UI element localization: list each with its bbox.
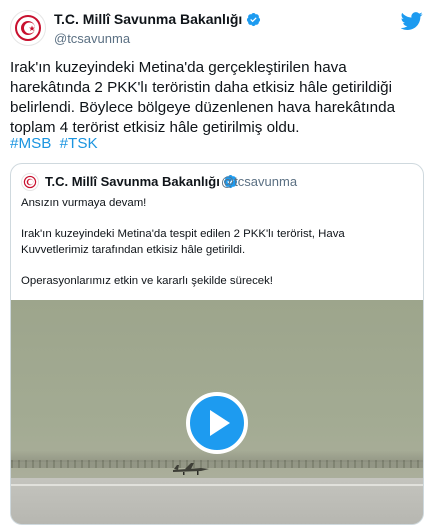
hashtags: #MSB #TSK — [10, 135, 102, 152]
quoted-paragraph: Irak'ın kuzeyindeki Metina'da tespit edi… — [21, 228, 345, 256]
msb-emblem-icon — [15, 15, 41, 41]
play-icon — [209, 410, 230, 436]
quoted-paragraph: Ansızın vurmaya devam! — [21, 197, 147, 209]
author-handle[interactable]: @tcsavunma — [54, 31, 130, 46]
msb-emblem-icon — [23, 175, 37, 189]
tweet-card: T.C. Millî Savunma Bakanlığı @tcsavunma … — [0, 0, 435, 528]
play-button[interactable] — [186, 392, 248, 454]
video-treeline — [11, 460, 423, 468]
author-avatar[interactable] — [10, 10, 46, 46]
quoted-tweet[interactable]: T.C. Millî Savunma Bakanlığı @tcsavunma … — [10, 163, 424, 525]
twitter-bird-icon[interactable] — [401, 10, 423, 32]
quoted-author-handle[interactable]: @tcsavunma — [221, 174, 297, 189]
hashtag-msb[interactable]: #MSB — [10, 135, 51, 152]
aircraft-icon — [173, 463, 209, 475]
quoted-paragraph: Operasyonlarımız etkin ve kararlı şekild… — [21, 274, 273, 287]
author-name[interactable]: T.C. Millî Savunma Bakanlığı — [54, 11, 261, 27]
tweet-text: Irak'ın kuzeyindeki Metina'da gerçekleşt… — [10, 59, 396, 136]
verified-badge-icon — [247, 12, 261, 26]
video-runway-line — [11, 484, 423, 486]
quoted-author-name[interactable]: T.C. Millî Savunma Bakanlığı — [45, 174, 238, 189]
quoted-author-avatar[interactable] — [21, 173, 39, 191]
hashtag-tsk[interactable]: #TSK — [60, 135, 98, 152]
video-player[interactable] — [11, 300, 423, 524]
quoted-tweet-text: Ansızın vurmaya devam! Irak'ın kuzeyinde… — [21, 196, 415, 305]
